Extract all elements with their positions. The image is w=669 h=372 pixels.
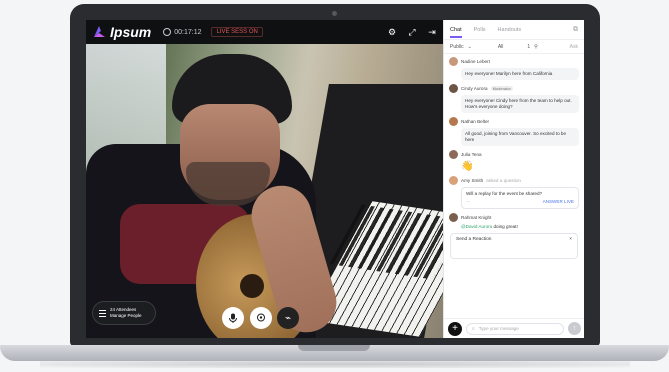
avatar — [449, 150, 458, 159]
logo-text: Ipsum — [110, 24, 152, 40]
wave-emoji: 👋 — [461, 161, 474, 172]
clock-icon — [163, 28, 172, 36]
avatar — [449, 176, 458, 185]
manage-people-label: Manage People — [110, 313, 142, 318]
emoji-icon[interactable]: ☺ — [471, 326, 476, 331]
laptop-notch — [298, 345, 370, 351]
message-input[interactable]: ☺ Type your message — [466, 322, 564, 335]
avatar — [449, 117, 458, 126]
tab-chat[interactable]: Chat — [450, 27, 462, 38]
tab-polls[interactable]: Polls — [474, 27, 486, 33]
search-icon[interactable]: ⚲ — [534, 44, 538, 50]
logo-icon — [92, 25, 106, 39]
mention[interactable]: @David Aurora — [461, 224, 492, 229]
ask-button[interactable]: Ask — [570, 44, 578, 50]
popout-icon[interactable]: ⧉ — [573, 26, 578, 34]
chevron-down-icon: ⌄ — [467, 43, 472, 50]
screen-share-icon: ⌁ — [284, 312, 292, 324]
unread-count: 1 — [527, 43, 531, 50]
message-text: Hey everyone! Marilyn here from Californ… — [461, 68, 579, 80]
tab-handouts[interactable]: Handouts — [498, 27, 522, 33]
share-screen-button[interactable]: ⌁ — [277, 307, 299, 329]
send-button[interactable]: ↑ — [568, 322, 581, 335]
laptop-base — [0, 345, 669, 361]
avatar — [449, 213, 458, 222]
top-bar: Ipsum 00:17:12 LIVE SESS ON ⚙ ⤢ ⇥ — [86, 20, 443, 44]
close-icon[interactable]: × — [569, 237, 572, 255]
attendees-button[interactable]: 24 Attendees Manage People — [92, 301, 156, 325]
moderator-badge: Moderator — [490, 86, 513, 91]
session-time: 00:17:12 — [174, 28, 202, 36]
message-text: doing great! — [493, 224, 518, 229]
chat-question: Amy Smith asked a question Will a replay … — [449, 176, 579, 209]
video-stream — [86, 44, 443, 338]
answer-live-button[interactable]: ANSWER LIVE — [543, 199, 574, 205]
session-timer: 00:17:12 — [163, 28, 201, 36]
laptop-lid: Ipsum 00:17:12 LIVE SESS ON ⚙ ⤢ ⇥ 24 Att… — [70, 4, 600, 346]
chat-feed: Nadine Lebert Hey everyone! Marilyn here… — [444, 54, 584, 229]
reaction-popup: Send a Reaction × — [450, 233, 578, 259]
sender-name: Nadine Lebert — [461, 59, 490, 64]
menu-icon — [99, 309, 106, 317]
microphone-icon — [229, 313, 237, 323]
add-button[interactable]: + — [448, 321, 462, 336]
webcam — [332, 11, 337, 16]
laptop-shadow — [40, 360, 630, 368]
question-text: Will a replay for the event be shared? — [466, 191, 543, 196]
message-text: Hey everyone! Cindy here from the team t… — [461, 95, 579, 113]
chat-message: Nadine Lebert Hey everyone! Marilyn here… — [449, 57, 579, 80]
chat-filter: Public ⌄ All 1 ⚲ Ask — [444, 40, 584, 54]
live-badge: LIVE SESS ON — [211, 27, 263, 37]
sender-name: Julia Tena — [461, 152, 482, 157]
message-text: All good, joining from Vancouver. So exc… — [461, 128, 579, 146]
avatar — [449, 84, 458, 93]
sender-name: Nathan Belter — [461, 119, 490, 124]
fullscreen-icon[interactable]: ⤢ — [407, 27, 417, 38]
settings-gear-icon[interactable]: ⚙ — [387, 27, 397, 38]
scope-select[interactable]: Public — [450, 44, 464, 50]
avatar — [449, 57, 458, 66]
screen: Ipsum 00:17:12 LIVE SESS ON ⚙ ⤢ ⇥ 24 Att… — [86, 20, 584, 338]
microphone-button[interactable] — [222, 307, 244, 329]
message-composer: + ☺ Type your message ↑ — [444, 318, 584, 338]
webcam-icon — [257, 313, 265, 322]
question-meta: asked a question — [486, 178, 521, 183]
camera-button[interactable] — [250, 307, 272, 329]
panel-tabs: Chat Polls Handouts ⧉ — [444, 20, 584, 40]
exit-icon[interactable]: ⇥ — [427, 27, 437, 38]
chat-message: Rahmat Knight @David Aurora doing great! — [449, 213, 579, 229]
chat-message: Cindy Aurora Moderator Hey everyone! Cind… — [449, 84, 579, 113]
all-filter[interactable]: All — [498, 44, 504, 50]
side-panel: Chat Polls Handouts ⧉ Public ⌄ All 1 ⚲ As… — [443, 20, 584, 338]
reaction-title: Send a Reaction — [456, 237, 492, 242]
message-placeholder: Type your message — [478, 326, 519, 331]
question-card: Will a replay for the event be shared? ⋯… — [461, 187, 579, 209]
sender-name: Amy Smith — [461, 178, 484, 183]
sender-name: Cindy Aurora — [461, 86, 488, 91]
more-icon[interactable]: ⋯ — [466, 199, 471, 205]
chat-message: Nathan Belter All good, joining from Van… — [449, 117, 579, 146]
chat-message: Julia Tena 👋 — [449, 150, 579, 172]
sender-name: Rahmat Knight — [461, 215, 492, 220]
